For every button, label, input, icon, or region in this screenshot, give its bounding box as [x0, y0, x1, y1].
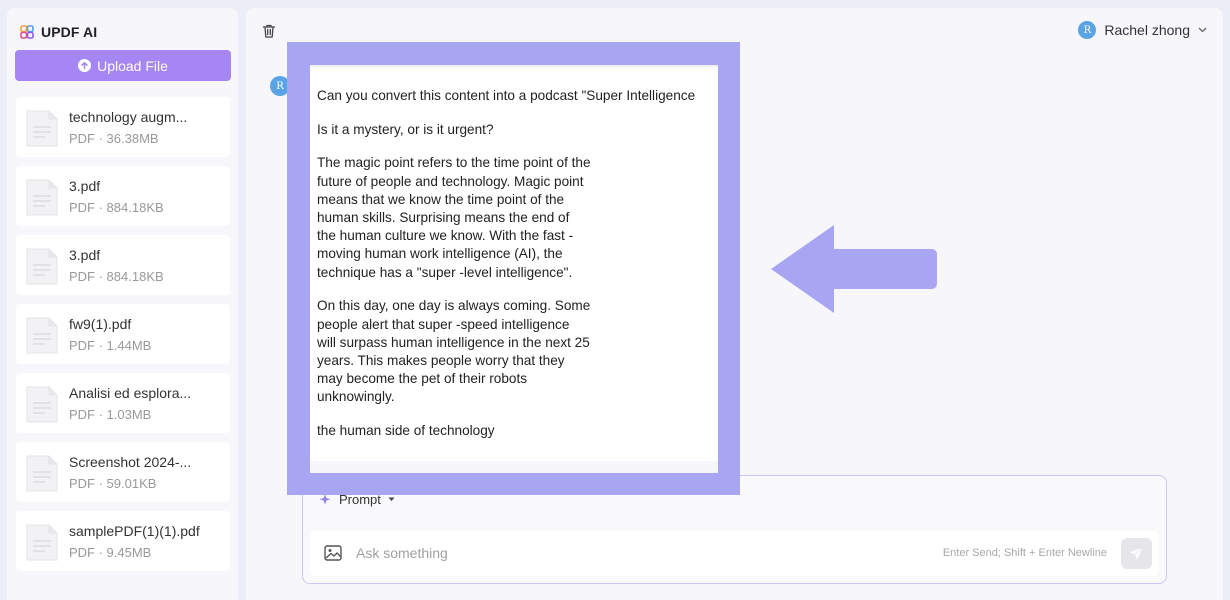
upload-file-label: Upload File: [97, 57, 168, 74]
file-meta: PDF · 9.45MB: [69, 545, 152, 560]
file-item[interactable]: technology augm... PDF · 36.38MB: [16, 97, 230, 157]
file-name: Analisi ed esplora...: [69, 385, 192, 401]
sidebar: UPDF AI Upload File technology augm... P…: [7, 8, 238, 600]
file-item[interactable]: 3.pdf PDF · 884.18KB: [16, 166, 230, 226]
message-paragraph: the human side of technology: [317, 423, 495, 439]
message-paragraph: On this day, one day is always coming. S…: [317, 298, 591, 405]
file-item[interactable]: Analisi ed esplora... PDF · 1.03MB: [16, 373, 230, 433]
highlight-frame: Can you convert this content into a podc…: [287, 42, 740, 495]
updf-logo-icon: [20, 25, 34, 39]
file-meta: PDF · 884.18KB: [69, 269, 164, 284]
send-icon: [1130, 546, 1144, 560]
file-name: samplePDF(1)(1).pdf: [69, 523, 200, 539]
message-paragraph: Can you convert this content into a podc…: [317, 88, 696, 103]
image-upload-icon[interactable]: [324, 545, 342, 561]
pdf-file-icon: [26, 524, 58, 561]
shortcut-hint: Enter Send; Shift + Enter Newline: [942, 547, 1107, 559]
brand-name: UPDF AI: [41, 24, 98, 40]
send-button[interactable]: [1121, 538, 1152, 569]
file-name: fw9(1).pdf: [69, 316, 132, 332]
caret-down-icon: [388, 497, 395, 501]
pdf-file-icon: [26, 179, 58, 216]
file-name: technology augm...: [69, 109, 188, 125]
file-meta: PDF · 36.38MB: [69, 131, 159, 146]
upload-arrow-icon: [78, 59, 92, 72]
file-meta: PDF · 1.44MB: [69, 338, 152, 353]
file-meta: PDF · 59.01KB: [69, 476, 157, 491]
file-item[interactable]: 3.pdf PDF · 884.18KB: [16, 235, 230, 295]
arrow-left-icon: [771, 225, 937, 313]
file-name: 3.pdf: [69, 247, 101, 263]
file-name: Screenshot 2024-...: [69, 454, 192, 470]
user-menu[interactable]: R Rachel zhong: [1078, 21, 1207, 39]
pdf-file-icon: [26, 386, 58, 423]
pdf-file-icon: [26, 248, 58, 285]
file-list: technology augm... PDF · 36.38MB 3.pdf P…: [16, 97, 230, 580]
trash-icon[interactable]: [261, 23, 277, 39]
message-paragraph: Is it a mystery, or is it urgent?: [317, 121, 494, 137]
file-item[interactable]: Screenshot 2024-... PDF · 59.01KB: [16, 442, 230, 502]
file-item[interactable]: fw9(1).pdf PDF · 1.44MB: [16, 304, 230, 364]
user-message-bubble: Can you convert this content into a podc…: [310, 65, 718, 473]
pdf-file-icon: [26, 455, 58, 492]
brand: UPDF AI: [20, 22, 97, 42]
upload-file-button[interactable]: Upload File: [15, 50, 231, 81]
message-input-row: Enter Send; Shift + Enter Newline: [310, 531, 1159, 576]
chevron-down-icon: [1198, 27, 1207, 33]
message-paragraph: The magic point refers to the time point…: [317, 155, 591, 280]
pdf-file-icon: [26, 317, 58, 354]
user-name: Rachel zhong: [1104, 22, 1190, 38]
file-meta: PDF · 1.03MB: [69, 407, 152, 422]
ask-input[interactable]: [356, 541, 856, 565]
file-item[interactable]: samplePDF(1)(1).pdf PDF · 9.45MB: [16, 511, 230, 571]
user-avatar: R: [1078, 21, 1097, 39]
pdf-file-icon: [26, 110, 58, 147]
file-name: 3.pdf: [69, 178, 101, 194]
file-meta: PDF · 884.18KB: [69, 200, 164, 215]
card-bottom-strip: [310, 461, 718, 473]
